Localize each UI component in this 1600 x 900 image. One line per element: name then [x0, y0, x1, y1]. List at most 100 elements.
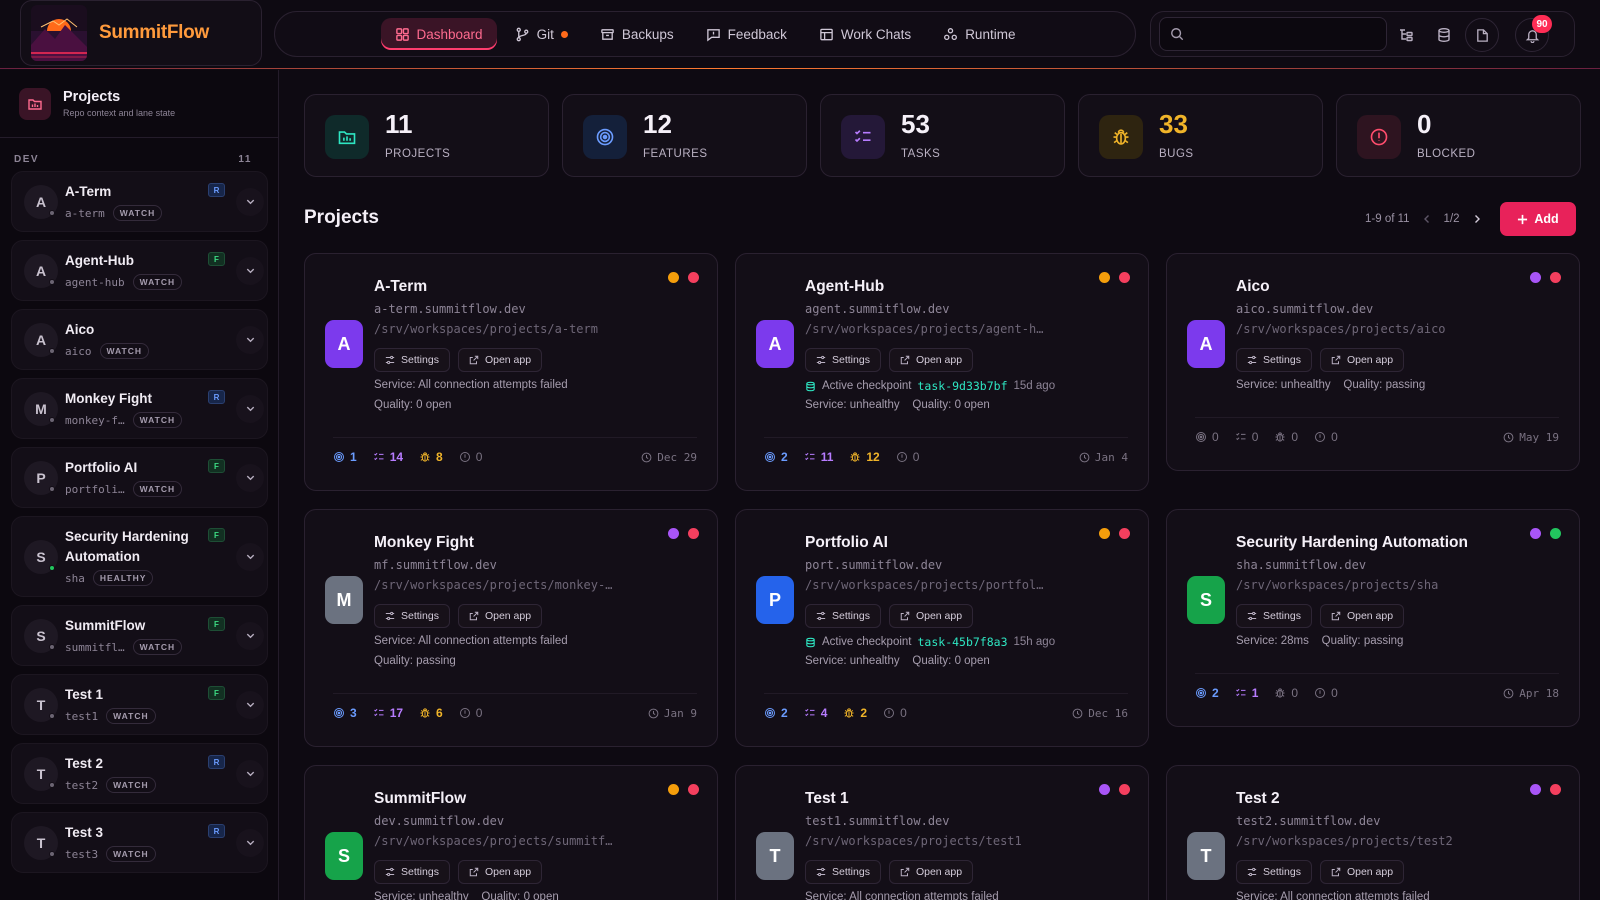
project-domain[interactable]: dev.summitflow.dev	[374, 814, 504, 828]
sidebar-project-item[interactable]: T Test 1 test1 WATCH F	[11, 674, 268, 735]
sidebar-project-item[interactable]: A Agent-Hub agent-hub WATCH F	[11, 240, 268, 301]
project-title[interactable]: SummitFlow	[374, 790, 466, 808]
settings-button[interactable]: Settings	[805, 860, 881, 884]
project-domain[interactable]: a-term.summitflow.dev	[374, 302, 526, 316]
external-link-icon	[900, 355, 910, 365]
expand-button[interactable]	[236, 325, 264, 354]
settings-button[interactable]: Settings	[374, 860, 450, 884]
chevron-down-icon	[245, 551, 256, 562]
expand-button[interactable]	[236, 542, 264, 571]
project-domain[interactable]: port.summitflow.dev	[805, 558, 942, 572]
brand[interactable]: SummitFlow	[20, 0, 262, 66]
project-card[interactable]: M Monkey Fight mf.summitflow.dev /srv/wo…	[304, 509, 718, 747]
chevron-left-icon[interactable]	[1422, 214, 1432, 224]
sidebar-project-item[interactable]: T Test 3 test3 WATCH R	[11, 812, 268, 873]
project-card[interactable]: T Test 2 test2.summitflow.dev /srv/works…	[1166, 765, 1580, 900]
nav-backups[interactable]: Backups	[586, 18, 688, 50]
notifications-button[interactable]: 90	[1515, 15, 1552, 52]
project-title[interactable]: Monkey Fight	[374, 534, 474, 552]
open-app-button[interactable]: Open app	[457, 860, 543, 884]
project-card[interactable]: A Aico aico.summitflow.dev /srv/workspac…	[1166, 253, 1580, 471]
project-title[interactable]: Test 1	[805, 790, 849, 808]
sidebar-project-item[interactable]: A A-Term a-term WATCH R	[11, 171, 268, 232]
status-pill: WATCH	[132, 639, 183, 655]
open-app-button[interactable]: Open app	[457, 604, 543, 628]
project-title[interactable]: A-Term	[374, 278, 427, 296]
lane-badge: F	[208, 686, 225, 700]
settings-button[interactable]: Settings	[1236, 348, 1312, 372]
expand-button[interactable]	[236, 187, 264, 216]
settings-button[interactable]: Settings	[374, 348, 450, 372]
database-icon	[1438, 28, 1450, 43]
project-domain[interactable]: sha.summitflow.dev	[1236, 558, 1366, 572]
open-app-button[interactable]: Open app	[888, 348, 974, 372]
settings-button[interactable]: Settings	[805, 348, 881, 372]
project-card[interactable]: A Agent-Hub agent.summitflow.dev /srv/wo…	[735, 253, 1149, 491]
active-checkpoint[interactable]: Active checkpoint task-45b7f8a3 15h ago	[805, 635, 1055, 649]
open-app-button[interactable]: Open app	[888, 604, 974, 628]
document-button[interactable]	[1465, 18, 1499, 52]
expand-button[interactable]	[236, 759, 264, 788]
database-button[interactable]	[1427, 18, 1461, 52]
sidebar-project-item[interactable]: P Portfolio AI portfoli… WATCH F	[11, 447, 268, 508]
stat-card-tasks[interactable]: 53 TASKS	[820, 94, 1065, 177]
project-card[interactable]: T Test 1 test1.summitflow.dev /srv/works…	[735, 765, 1149, 900]
metric-features: 2	[764, 450, 788, 464]
tree-view-button[interactable]	[1389, 18, 1423, 52]
project-card[interactable]: S Security Hardening Automation sha.summ…	[1166, 509, 1580, 727]
sidebar-project-item[interactable]: S SummitFlow summitfl… WATCH F	[11, 605, 268, 666]
open-app-button[interactable]: Open app	[1319, 604, 1405, 628]
project-card[interactable]: S SummitFlow dev.summitflow.dev /srv/wor…	[304, 765, 718, 900]
chevron-right-icon[interactable]	[1472, 214, 1482, 224]
stat-card-blocked[interactable]: 0 BLOCKED	[1336, 94, 1581, 177]
settings-button[interactable]: Settings	[374, 604, 450, 628]
nav-runtime[interactable]: Runtime	[929, 18, 1029, 50]
project-title[interactable]: Portfolio AI	[805, 534, 888, 552]
project-domain[interactable]: mf.summitflow.dev	[374, 558, 497, 572]
project-card[interactable]: P Portfolio AI port.summitflow.dev /srv/…	[735, 509, 1149, 747]
git-branch-icon	[516, 27, 528, 41]
expand-button[interactable]	[236, 621, 264, 650]
health-dot	[49, 564, 55, 571]
nav-git[interactable]: Git	[501, 18, 582, 50]
project-domain[interactable]: test2.summitflow.dev	[1236, 814, 1381, 828]
expand-button[interactable]	[236, 828, 264, 857]
metric-value: 2	[781, 706, 788, 720]
settings-button[interactable]: Settings	[1236, 860, 1312, 884]
project-title[interactable]: Aico	[1236, 278, 1270, 296]
open-app-button[interactable]: Open app	[888, 860, 974, 884]
project-domain[interactable]: test1.summitflow.dev	[805, 814, 950, 828]
expand-button[interactable]	[236, 690, 264, 719]
open-app-button[interactable]: Open app	[457, 348, 543, 372]
sidebar-project-item[interactable]: S Security Hardening Automation sha HEAL…	[11, 516, 268, 597]
expand-button[interactable]	[236, 394, 264, 423]
settings-button[interactable]: Settings	[1236, 604, 1312, 628]
add-project-button[interactable]: Add	[1500, 202, 1576, 236]
nav-dashboard[interactable]: Dashboard	[380, 18, 497, 50]
sidebar-project-item[interactable]: T Test 2 test2 WATCH R	[11, 743, 268, 804]
open-app-button[interactable]: Open app	[1319, 348, 1405, 372]
project-domain[interactable]: aico.summitflow.dev	[1236, 302, 1373, 316]
stat-card-projects[interactable]: 11 PROJECTS	[304, 94, 549, 177]
active-checkpoint[interactable]: Active checkpoint task-9d33b7bf 15d ago	[805, 379, 1055, 393]
open-app-label: Open app	[915, 354, 963, 366]
search-input[interactable]	[1190, 18, 1380, 50]
project-card[interactable]: A A-Term a-term.summitflow.dev /srv/work…	[304, 253, 718, 491]
settings-button[interactable]: Settings	[805, 604, 881, 628]
expand-button[interactable]	[236, 463, 264, 492]
expand-button[interactable]	[236, 256, 264, 285]
stat-card-features[interactable]: 12 FEATURES	[562, 94, 807, 177]
project-domain[interactable]: agent.summitflow.dev	[805, 302, 950, 316]
nav-feedback[interactable]: Feedback	[692, 18, 801, 50]
project-title[interactable]: Agent-Hub	[805, 278, 884, 296]
open-app-button[interactable]: Open app	[1319, 860, 1405, 884]
search-box[interactable]	[1159, 17, 1387, 51]
project-title[interactable]: Security Hardening Automation	[1236, 534, 1468, 552]
project-avatar: A	[1187, 320, 1225, 368]
date-value: Dec 16	[1088, 706, 1128, 720]
project-title[interactable]: Test 2	[1236, 790, 1280, 808]
nav-work-chats[interactable]: Work Chats	[805, 18, 925, 50]
sidebar-project-item[interactable]: M Monkey Fight monkey-f… WATCH R	[11, 378, 268, 439]
stat-card-bugs[interactable]: 33 BUGS	[1078, 94, 1323, 177]
sidebar-project-item[interactable]: A Aico aico WATCH	[11, 309, 268, 370]
